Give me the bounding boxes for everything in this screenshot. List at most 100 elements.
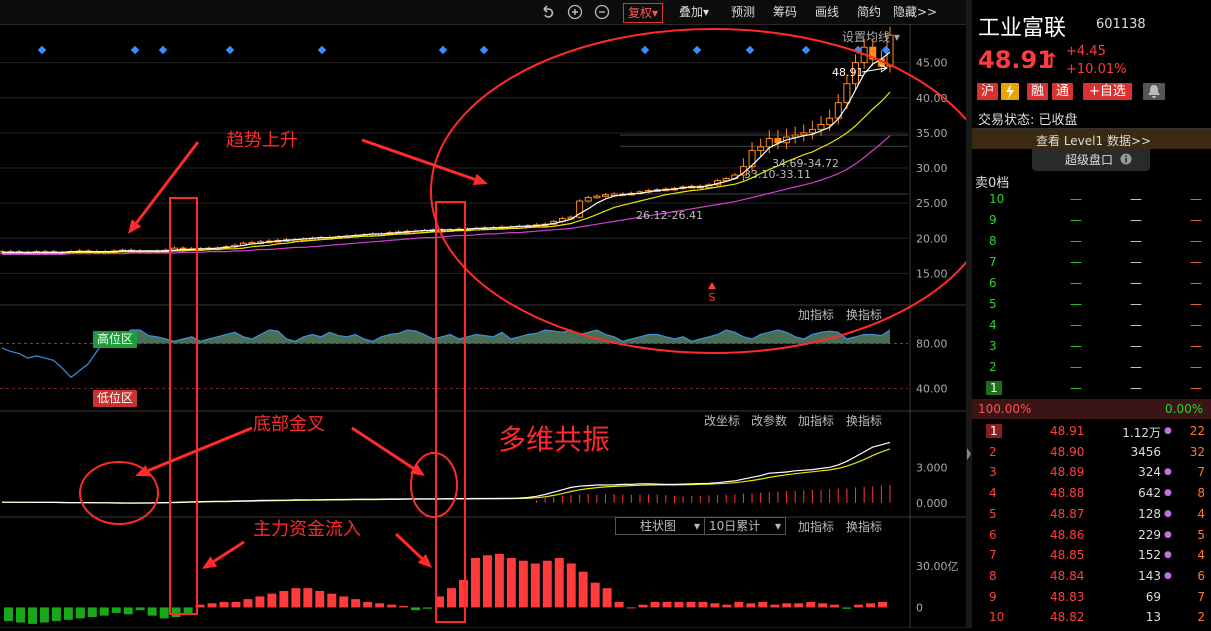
tag-shanghai[interactable]: 沪: [977, 83, 999, 100]
tag-margin[interactable]: 融: [1027, 83, 1049, 100]
buy-volume: 1.12万: [1122, 426, 1161, 440]
sell-count-dash: —: [1190, 276, 1202, 290]
capital-bar: [818, 603, 828, 608]
capital-bar: [315, 590, 325, 608]
capital-bar: [710, 603, 720, 608]
buy-row: 5 48.87 128 ● 4: [972, 504, 1211, 525]
buy-row: 8 48.84 143 ● 6: [972, 566, 1211, 587]
annotation-arrow: [394, 532, 423, 560]
buy-volume: 143: [1138, 568, 1161, 583]
sell-vol-dash: —: [1130, 255, 1142, 269]
capital-bar: [63, 607, 73, 620]
ma-settings-button[interactable]: 设置均线 ▾: [842, 28, 900, 45]
y-tick-label: 0.000: [916, 497, 948, 510]
capital-bar: [698, 601, 708, 608]
add-watchlist-button[interactable]: +自选: [1083, 83, 1132, 100]
minus-circle-icon[interactable]: [594, 4, 610, 20]
sub2-change-coord[interactable]: 改坐标: [704, 412, 740, 429]
plus-circle-icon[interactable]: [567, 4, 583, 20]
last-price-arrow: [861, 64, 889, 73]
capital-bar: [4, 607, 13, 622]
sub3-add-indicator[interactable]: 加指标: [798, 518, 834, 535]
level1-bar[interactable]: 查看 Level1 数据>>: [972, 128, 1211, 149]
accum-value: 10日累计: [709, 519, 761, 533]
capital-bar: [447, 588, 456, 608]
signal-diamond: [692, 45, 702, 55]
chevron-down-icon: ▾: [774, 519, 781, 533]
buy-price: 48.90: [1050, 444, 1085, 459]
candle-body: [843, 83, 851, 104]
fuquan-button[interactable]: 复权▾: [623, 3, 664, 23]
sell-price-dash: —: [1070, 339, 1082, 353]
buy-count: 8: [1197, 486, 1205, 501]
capital-bar: [854, 604, 864, 608]
capital-bar: [794, 603, 804, 608]
sub2-add-indicator[interactable]: 加指标: [798, 412, 834, 429]
info-icon[interactable]: [1120, 153, 1132, 165]
annotation-resonance: 多维共振: [498, 423, 611, 456]
candle-body: [584, 197, 592, 202]
y-tick-label: 15.00: [916, 267, 948, 280]
capital-bar: [99, 607, 109, 616]
annotation-rect: [169, 197, 198, 615]
sub2-change-indicator[interactable]: 换指标: [846, 412, 882, 429]
buy-volume: 642: [1138, 486, 1161, 501]
sub1-add-indicator[interactable]: 加指标: [798, 306, 834, 323]
sell-level: 9: [989, 213, 997, 227]
capital-bar: [423, 607, 433, 609]
capital-bar: [75, 607, 85, 619]
capital-bar: [746, 603, 756, 608]
buy-level: 4: [989, 486, 997, 501]
super-order-tab[interactable]: 超级盘口: [1032, 149, 1150, 171]
capital-bar: [482, 555, 492, 608]
sell-vol-dash: —: [1130, 360, 1142, 374]
candle-body: [826, 117, 834, 125]
lightning-icon[interactable]: [1001, 83, 1019, 100]
chart-style-select[interactable]: 柱状图 ▾: [615, 517, 705, 535]
buy-price: 48.82: [1050, 610, 1085, 625]
sub1-change-indicator[interactable]: 换指标: [846, 306, 882, 323]
bell-icon[interactable]: [1143, 83, 1165, 100]
buy-row: 6 48.86 229 ● 5: [972, 525, 1211, 546]
tag-connect[interactable]: 通: [1052, 83, 1074, 100]
buy-count: 4: [1197, 506, 1205, 521]
capital-bar: [375, 603, 385, 608]
buy-row: 248.903456●32: [972, 442, 1211, 463]
yuce-button[interactable]: 预测: [727, 3, 759, 21]
annotation-ellipse: [410, 452, 458, 518]
buy-dot-icon: ●: [1164, 426, 1172, 436]
buy-row: 1048.8213●2: [972, 607, 1211, 628]
buy-dot-icon: ●: [1164, 467, 1172, 478]
chevron-down-icon: ▾: [693, 519, 700, 533]
capital-bar: [411, 607, 421, 611]
buy-level: 6: [989, 527, 997, 542]
yincang-button[interactable]: 隐藏>>: [889, 3, 941, 21]
y-tick-label: 40.00: [916, 383, 948, 396]
low-zone-tag: 低位区: [93, 390, 138, 407]
diejia-button[interactable]: 叠加▾: [675, 3, 713, 21]
buy-level: 2: [989, 444, 997, 459]
huaxian-button[interactable]: 画线: [811, 3, 843, 21]
sell-level: 4: [989, 318, 997, 332]
ma20-line: [2, 135, 891, 255]
sell-price-dash: —: [1070, 297, 1082, 311]
buy-price: 48.91: [1050, 424, 1085, 438]
undo-icon[interactable]: [540, 4, 556, 20]
accum-select[interactable]: 10日累计 ▾: [704, 517, 786, 535]
capital-bar: [279, 590, 289, 608]
y-tick-label: 30.00: [916, 162, 948, 175]
jianyue-button[interactable]: 简约: [853, 3, 885, 21]
sub3-change-indicator[interactable]: 换指标: [846, 518, 882, 535]
buy-price: 48.87: [1050, 506, 1085, 521]
buy-volume: 3456: [1130, 444, 1161, 459]
sell-price-dash: —: [1070, 192, 1082, 206]
capital-bar: [399, 606, 409, 608]
capital-bar: [123, 607, 133, 615]
chouma-button[interactable]: 筹码: [769, 3, 801, 21]
sub2-change-params[interactable]: 改参数: [751, 412, 787, 429]
level1-link[interactable]: 查看 Level1 数据>>: [1036, 132, 1151, 149]
buy-price: 48.88: [1050, 486, 1085, 501]
stock-code: 601138: [1096, 17, 1146, 32]
sell-level: 10: [989, 192, 1005, 206]
capital-bar: [770, 604, 780, 608]
